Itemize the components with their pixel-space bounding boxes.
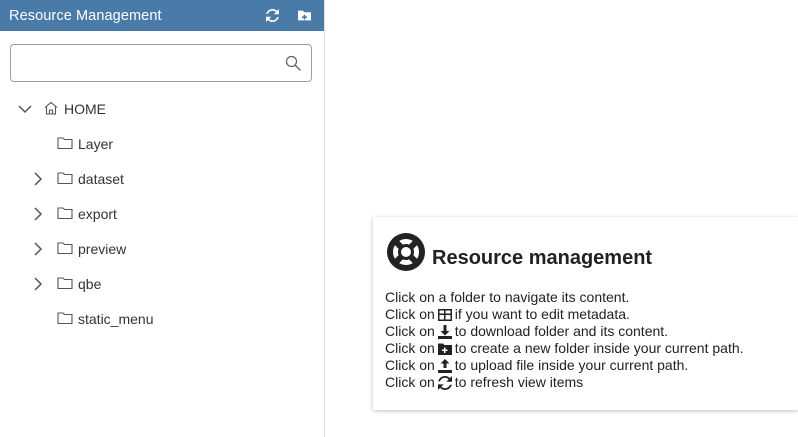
chevron-down-icon[interactable] — [18, 102, 32, 116]
chevron-right-icon[interactable] — [31, 277, 45, 291]
folder-plus-icon — [437, 342, 452, 356]
folder-icon — [57, 277, 73, 290]
help-line-download: Click on to download folder and its cont… — [385, 323, 744, 340]
resource-sidebar: Resource Management HOME Layer dataset e… — [0, 0, 325, 437]
upload-icon — [437, 358, 452, 373]
lifebuoy-icon — [387, 233, 425, 271]
folder-plus-icon — [297, 10, 311, 21]
resource-info-card: Resource management Click on a folder to… — [373, 217, 798, 410]
tree-item-label: qbe — [78, 275, 102, 292]
help-text-segment: Click on a folder to navigate its conten… — [385, 289, 630, 305]
home-icon — [44, 101, 58, 115]
tree-item-export[interactable]: export — [0, 196, 324, 231]
tree-item-label: static_menu — [78, 310, 154, 327]
chevron-right-icon[interactable] — [31, 242, 45, 256]
help-text-segment: Click on — [385, 323, 435, 339]
search-input[interactable] — [19, 45, 283, 81]
tree-item-layer[interactable]: Layer — [0, 126, 324, 161]
chevron-right-icon[interactable] — [31, 207, 45, 221]
tree-item-label: preview — [78, 240, 127, 257]
help-text-segment: if you want to edit metadata. — [454, 306, 630, 322]
tree-item-home[interactable]: HOME — [0, 91, 324, 126]
tree-item-static-menu[interactable]: static_menu — [0, 301, 324, 336]
help-line-upload: Click on to upload file inside your curr… — [385, 357, 744, 374]
help-line-new-folder: Click on to create a new folder inside y… — [385, 340, 744, 357]
table-icon — [437, 308, 452, 322]
folder-icon — [57, 137, 73, 150]
tree-item-label: dataset — [78, 170, 124, 187]
new-folder-button[interactable] — [292, 4, 316, 28]
folder-icon — [57, 207, 73, 220]
help-text-segment: Click on — [385, 374, 435, 390]
refresh-icon — [437, 375, 452, 390]
download-icon — [437, 324, 452, 339]
tree-item-label: export — [78, 205, 117, 222]
help-text-segment: to create a new folder inside your curre… — [454, 340, 744, 356]
chevron-right-icon[interactable] — [31, 172, 45, 186]
refresh-button[interactable] — [260, 4, 284, 28]
folder-icon — [57, 172, 73, 185]
help-line-navigate: Click on a folder to navigate its conten… — [385, 289, 744, 306]
tree-item-preview[interactable]: preview — [0, 231, 324, 266]
help-text-segment: Click on — [385, 357, 435, 373]
search-field-wrapper — [10, 44, 312, 82]
tree-item-label: HOME — [64, 100, 106, 117]
refresh-icon — [265, 9, 279, 22]
help-text: Click on a folder to navigate its conten… — [385, 289, 744, 391]
sidebar-header: Resource Management — [0, 0, 324, 31]
help-line-refresh: Click on to refresh view items — [385, 374, 744, 391]
help-line-metadata: Click on if you want to edit metadata. — [385, 306, 744, 323]
help-text-segment: Click on — [385, 340, 435, 356]
folder-icon — [57, 242, 73, 255]
help-text-segment: to download folder and its content. — [454, 323, 669, 339]
tree-item-dataset[interactable]: dataset — [0, 161, 324, 196]
tree-item-label: Layer — [78, 135, 114, 152]
tree-item-qbe[interactable]: qbe — [0, 266, 324, 301]
help-text-segment: to refresh view items — [454, 374, 584, 390]
folder-icon — [57, 312, 73, 325]
sidebar-title: Resource Management — [9, 7, 162, 24]
help-text-segment: Click on — [385, 306, 435, 322]
card-title: Resource management — [432, 247, 653, 269]
search-icon[interactable] — [285, 55, 301, 71]
help-text-segment: to upload file inside your current path. — [454, 357, 689, 373]
